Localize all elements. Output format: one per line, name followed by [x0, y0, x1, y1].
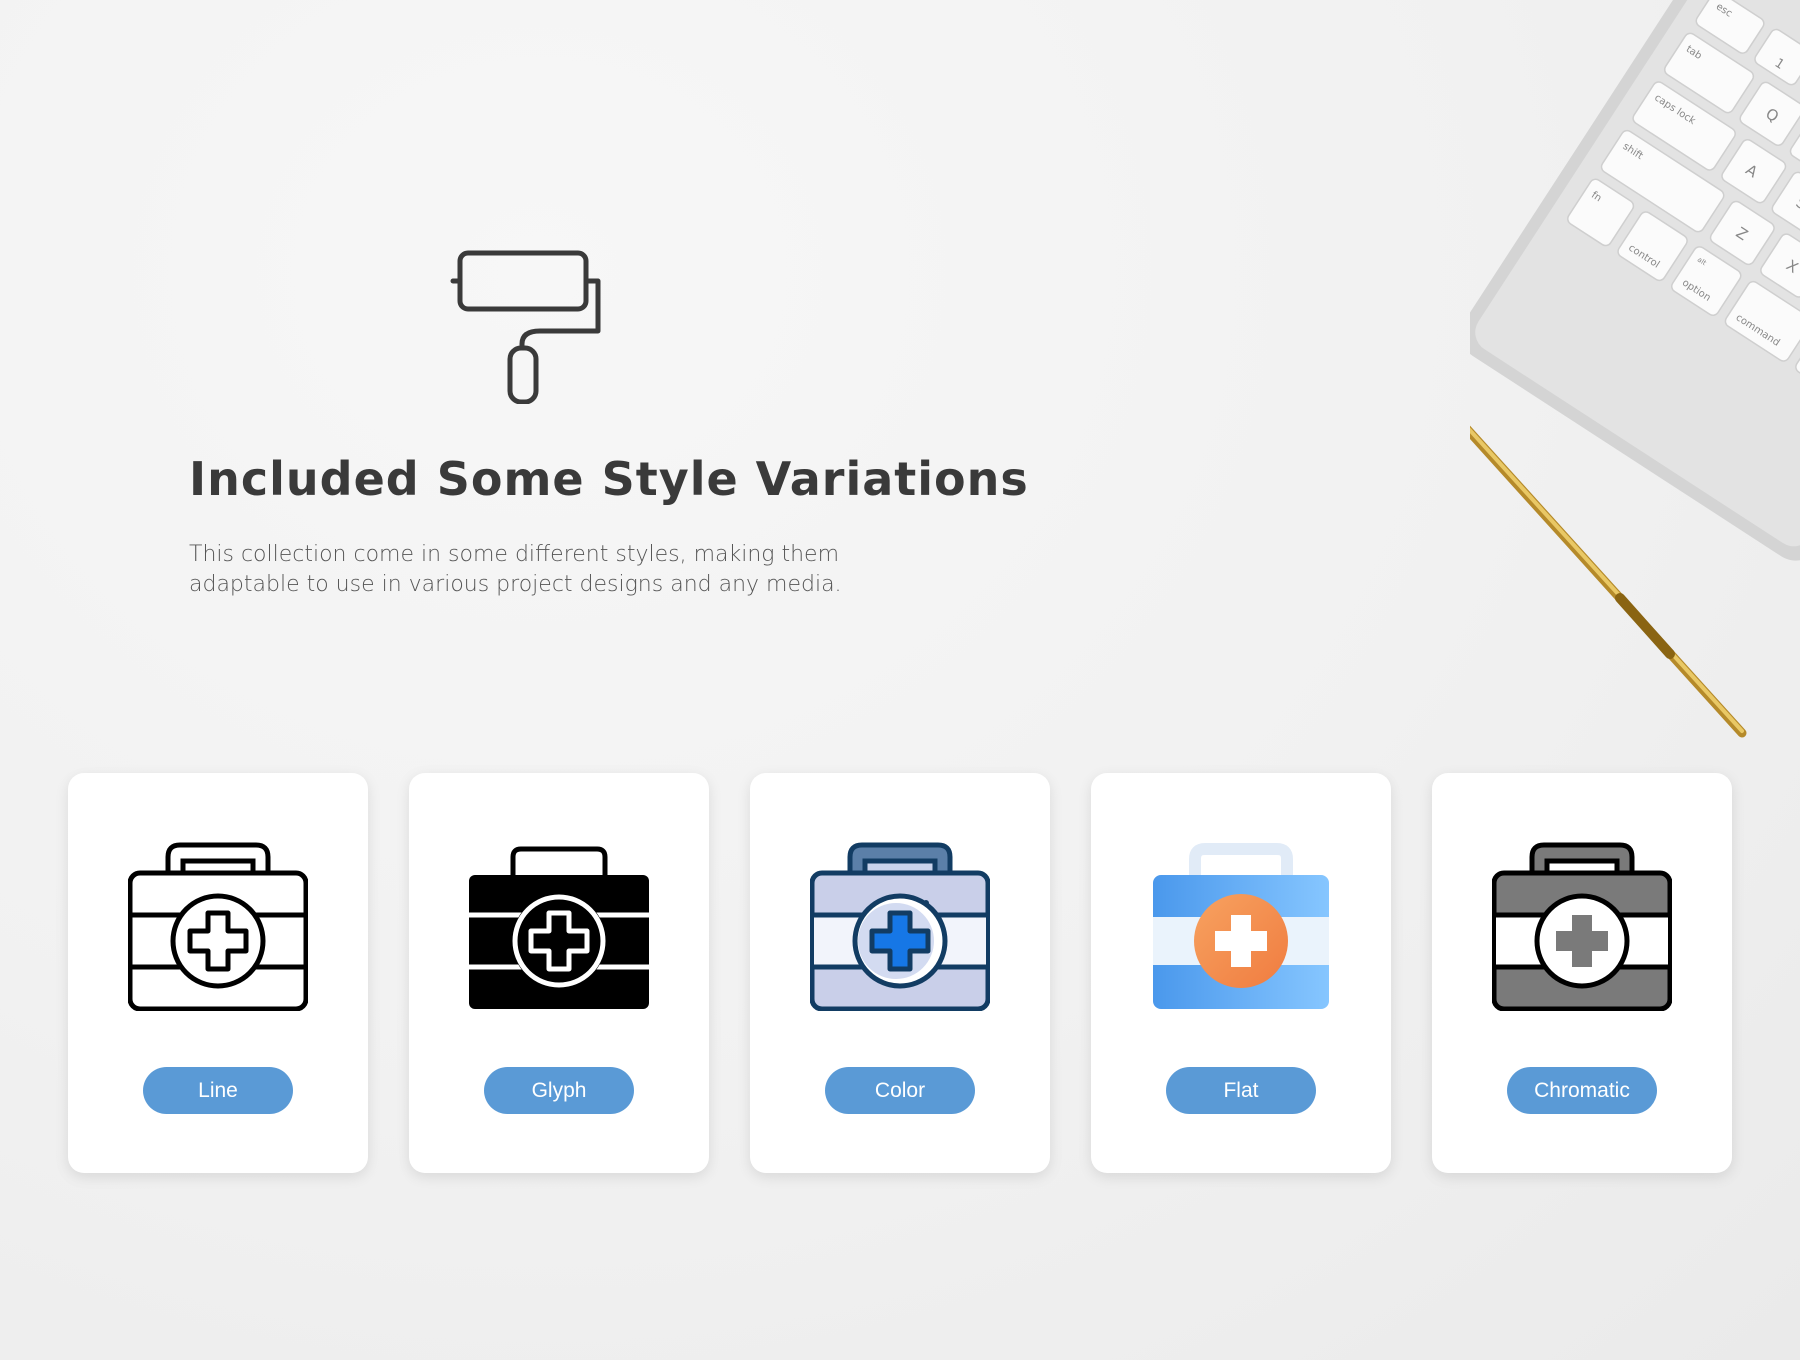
- page-title: Included Some Style Variations: [189, 452, 1029, 506]
- keyboard-and-pen-decoration: esc tab caps lock shift fn control optio…: [1470, 0, 1800, 738]
- line-style-button[interactable]: Line: [143, 1067, 293, 1114]
- style-card-line: Line: [68, 773, 368, 1173]
- first-aid-kit-color-icon: [810, 842, 990, 1011]
- style-card-color: Color: [750, 773, 1050, 1173]
- style-card-glyph: Glyph: [409, 773, 709, 1173]
- flat-style-button[interactable]: Flat: [1166, 1067, 1316, 1114]
- style-card-flat: Flat: [1091, 773, 1391, 1173]
- style-card-chromatic: Chromatic: [1432, 773, 1732, 1173]
- paint-roller-icon: [450, 250, 601, 404]
- page-description: This collection come in some different s…: [189, 542, 842, 597]
- first-aid-kit-glyph-icon: [469, 846, 649, 1009]
- first-aid-kit-chromatic-icon: [1492, 842, 1672, 1011]
- first-aid-kit-line-icon: [128, 842, 308, 1011]
- glyph-style-button[interactable]: Glyph: [484, 1067, 634, 1114]
- style-variations-row: Line Glyph Color Flat Chromatic: [68, 773, 1732, 1173]
- color-style-button[interactable]: Color: [825, 1067, 975, 1114]
- chromatic-style-button[interactable]: Chromatic: [1507, 1067, 1657, 1114]
- first-aid-kit-flat-icon: [1153, 843, 1329, 1009]
